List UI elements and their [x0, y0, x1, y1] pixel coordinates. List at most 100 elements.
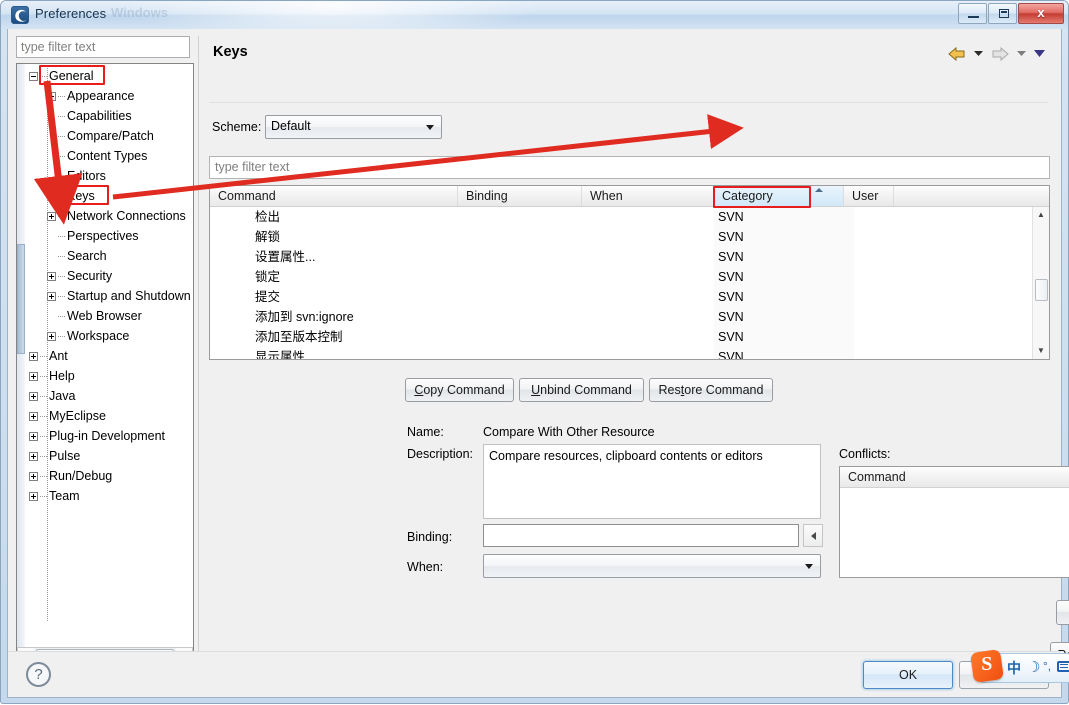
sidebar-item-myeclipse[interactable]: MyEclipse	[25, 406, 193, 426]
help-question-icon[interactable]: ?	[26, 662, 51, 687]
sidebar-item-compare-patch[interactable]: Compare/Patch	[25, 126, 193, 146]
sogou-logo-icon[interactable]: S	[970, 649, 1004, 683]
column-header-user[interactable]: User	[844, 186, 894, 206]
sidebar-filter-input[interactable]: type filter text	[16, 36, 190, 58]
sidebar-item-plug-in-development[interactable]: Plug-in Development	[25, 426, 193, 446]
tree-expand-icon[interactable]	[29, 392, 38, 401]
sidebar-item-appearance[interactable]: Appearance	[25, 86, 193, 106]
column-header-binding[interactable]: Binding	[458, 186, 582, 206]
tree-expand-icon[interactable]	[29, 372, 38, 381]
sidebar-item-perspectives[interactable]: Perspectives	[25, 226, 193, 246]
tree-guide-dash	[58, 156, 66, 157]
tree-expand-icon[interactable]	[47, 92, 56, 101]
binding-input[interactable]	[483, 524, 799, 547]
sidebar-item-web-browser[interactable]: Web Browser	[25, 306, 193, 326]
sidebar-item-general[interactable]: General	[25, 66, 193, 86]
table-row[interactable]: 检出 SVN	[210, 207, 1032, 227]
keys-scrollbar-thumb[interactable]	[1035, 279, 1048, 301]
sidebar-item-label: Web Browser	[67, 309, 142, 323]
sidebar-item-help[interactable]: Help	[25, 366, 193, 386]
sidebar-item-workspace[interactable]: Workspace	[25, 326, 193, 346]
dialog-client-area: type filter text General Appearance Capabi…	[7, 29, 1069, 698]
copy-command-button[interactable]: Copy Command	[405, 378, 514, 402]
sidebar-item-label: Plug-in Development	[49, 429, 166, 443]
sidebar-item-pulse[interactable]: Pulse	[25, 446, 193, 466]
description-value: Compare resources, clipboard contents or…	[483, 444, 821, 519]
table-row[interactable]: 添加至版本控制 SVN	[210, 327, 1032, 347]
sidebar-item-keys[interactable]: Keys	[25, 186, 193, 206]
table-row[interactable]: 提交 SVN	[210, 287, 1032, 307]
sidebar-item-label: Security	[67, 269, 113, 283]
title-ghost-text: Windows	[111, 5, 168, 20]
dialog-footer: ? OK Cancel	[8, 651, 1061, 697]
forward-arrow-icon[interactable]	[990, 46, 1010, 67]
sidebar-item-ant[interactable]: Ant	[25, 346, 193, 366]
restore-command-button[interactable]: Restore Command	[649, 378, 773, 402]
table-row[interactable]: 添加到 svn:ignore SVN	[210, 307, 1032, 327]
scheme-dropdown[interactable]: Default	[265, 115, 442, 139]
table-row[interactable]: 锁定 SVN	[210, 267, 1032, 287]
tree-expand-icon[interactable]	[47, 332, 56, 341]
table-row[interactable]: 显示属性 SVN	[210, 347, 1032, 359]
sidebar-item-java[interactable]: Java	[25, 386, 193, 406]
forward-history-chevron-down-icon[interactable]	[1016, 46, 1027, 65]
sidebar-item-network-connections[interactable]: Network Connections	[25, 206, 193, 226]
when-label: When:	[407, 560, 444, 574]
tree-expand-icon[interactable]	[47, 272, 56, 281]
cell-command: 提交	[255, 290, 281, 304]
tree-expand-icon[interactable]	[47, 292, 56, 301]
sidebar-item-editors[interactable]: Editors	[25, 166, 193, 186]
scroll-up-icon[interactable]: ▲	[1033, 207, 1049, 223]
sogou-ime-toolbar[interactable]: S 中 ☽ °,	[970, 649, 1069, 683]
tree-expand-icon[interactable]	[29, 432, 38, 441]
sidebar-item-run-debug[interactable]: Run/Debug	[25, 466, 193, 486]
close-button[interactable]: x	[1018, 3, 1064, 24]
minimize-button[interactable]	[958, 3, 987, 24]
back-history-chevron-down-icon[interactable]	[973, 46, 984, 65]
scroll-down-icon[interactable]: ▼	[1033, 343, 1049, 359]
sidebar-item-label: Network Connections	[67, 209, 186, 223]
sidebar-item-search[interactable]: Search	[25, 246, 193, 266]
sidebar-item-startup-and-shutdown[interactable]: Startup and Shutdown	[25, 286, 193, 306]
view-menu-chevron-down-icon[interactable]	[1033, 46, 1046, 65]
when-dropdown[interactable]	[483, 554, 821, 578]
column-header-category[interactable]: Category	[714, 186, 844, 206]
sidebar-item-capabilities[interactable]: Capabilities	[25, 106, 193, 126]
tree-expand-icon[interactable]	[29, 492, 38, 501]
ime-language-mode[interactable]: 中	[1007, 659, 1021, 677]
column-header-when[interactable]: When	[582, 186, 714, 206]
tree-expand-icon[interactable]	[47, 212, 56, 221]
tree-vertical-scrollbar[interactable]	[17, 64, 25, 648]
tree-expand-icon[interactable]	[29, 352, 38, 361]
table-row[interactable]: 设置属性... SVN	[210, 247, 1032, 267]
tree-expand-icon[interactable]	[29, 412, 38, 421]
binding-insert-icon[interactable]	[803, 524, 823, 547]
sidebar-item-team[interactable]: Team	[25, 486, 193, 506]
conflicts-column-header-command[interactable]: Command	[840, 467, 1069, 488]
unbind-command-button[interactable]: Unbind Command	[519, 378, 644, 402]
keys-filter-input[interactable]: type filter text	[209, 156, 1050, 179]
keyboard-icon[interactable]	[1057, 661, 1069, 672]
maximize-button[interactable]	[988, 3, 1017, 24]
ok-button[interactable]: OK	[863, 661, 953, 689]
ime-punctuation-icon[interactable]: °,	[1043, 657, 1051, 675]
close-icon: x	[1037, 5, 1045, 20]
filters-button[interactable]: Filters...	[1056, 600, 1069, 625]
sidebar-item-security[interactable]: Security	[25, 266, 193, 286]
tree-expand-icon[interactable]	[29, 472, 38, 481]
tree-expand-icon[interactable]	[29, 452, 38, 461]
keys-table-scrollbar[interactable]: ▲ ▼	[1032, 207, 1049, 359]
sidebar-item-label: General	[49, 69, 94, 83]
ime-moon-icon[interactable]: ☽	[1027, 659, 1040, 677]
back-arrow-icon[interactable]	[947, 46, 967, 67]
keys-table-body[interactable]: 检出 SVN 解锁 SVN 设置属性... SVN 锁定 SVN 提交 SVN 添加到 svn:ig…	[210, 207, 1032, 359]
table-row[interactable]: 解锁 SVN	[210, 227, 1032, 247]
conflicts-table[interactable]: CommandWhen	[839, 466, 1069, 578]
keys-table[interactable]: Command Binding When Category User 检出 SVN 解锁 SV…	[209, 185, 1050, 360]
preferences-tree[interactable]: General Appearance Capabilities Compare/Pat…	[16, 63, 194, 665]
column-header-command[interactable]: Command	[210, 186, 458, 206]
sidebar-item-content-types[interactable]: Content Types	[25, 146, 193, 166]
tree-collapse-icon[interactable]	[29, 72, 38, 81]
sidebar-item-label: Ant	[49, 349, 68, 363]
tree-scrollbar-thumb[interactable]	[17, 244, 25, 354]
